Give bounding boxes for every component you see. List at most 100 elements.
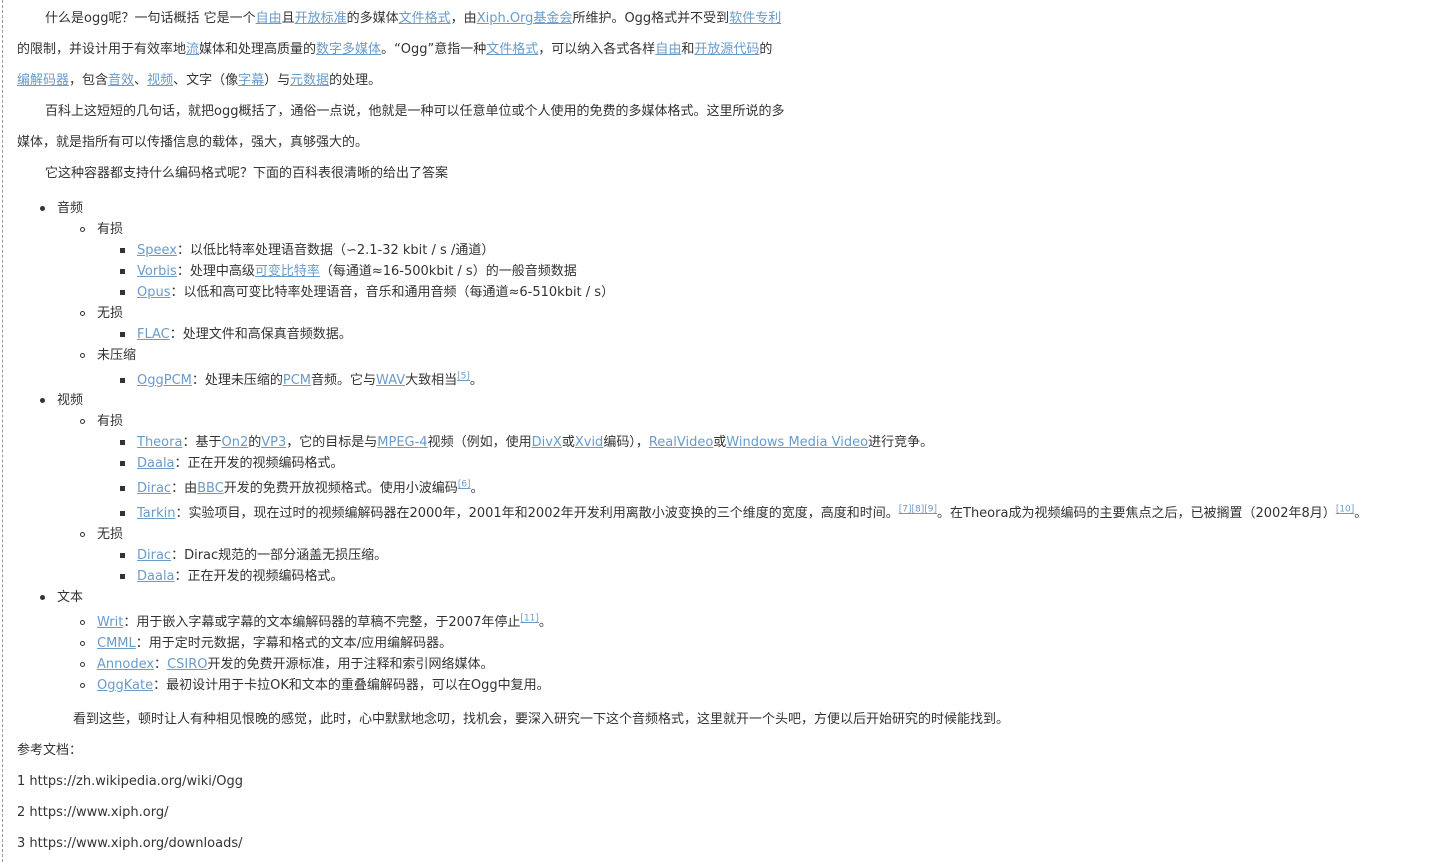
link-subtitle[interactable]: 字幕	[238, 73, 264, 88]
text: 媒体和处理高质量的	[199, 42, 317, 57]
list-item-annodex: Annodex：CSIRO开发的免费开源标准，用于注释和索引网络媒体。	[97, 656, 494, 674]
link-ref-10[interactable]: [10]	[1336, 505, 1354, 515]
list-item-dirac-lossless: Dirac：Dirac规范的一部分涵盖无损压缩。	[137, 547, 387, 565]
reference-7-8-9: [7][8][9]	[899, 505, 937, 515]
link-opus[interactable]: Opus	[137, 285, 171, 300]
link-free-2[interactable]: 自由	[655, 42, 681, 57]
link-open-standard[interactable]: 开放标准	[295, 11, 347, 26]
link-ref-5[interactable]: [5]	[457, 372, 470, 382]
link-realvideo[interactable]: RealVideo	[649, 435, 713, 450]
link-dirac-2[interactable]: Dirac	[137, 548, 171, 563]
link-software-patent[interactable]: 软件专利	[729, 11, 781, 26]
link-bbc[interactable]: BBC	[197, 481, 224, 496]
text: 和	[681, 42, 695, 57]
text: ：用于定时元数据，字幕和格式的文本/应用编解码器。	[135, 636, 453, 651]
bullet-disc	[40, 595, 45, 600]
link-file-format[interactable]: 文件格式	[399, 11, 451, 26]
reference-1: 1 https://zh.wikipedia.org/wiki/Ogg	[17, 774, 243, 789]
link-speex[interactable]: Speex	[137, 243, 177, 258]
link-oggkate[interactable]: OggKate	[97, 678, 153, 693]
text: 所维护。Ogg格式并不受到	[572, 11, 730, 26]
link-video[interactable]: 视频	[147, 73, 173, 88]
intro-line-6: 它这种容器都支持什么编码格式呢？下面的百科表很清晰的给出了答案	[45, 166, 449, 181]
link-annodex[interactable]: Annodex	[97, 657, 154, 672]
link-xiph-foundation[interactable]: Xiph.Org基金会	[477, 11, 573, 26]
text: 。	[1354, 506, 1368, 521]
link-metadata[interactable]: 元数据	[290, 73, 329, 88]
text: 的	[759, 42, 773, 57]
list-item-audio: 音频	[57, 201, 84, 216]
text: 、文字（像	[173, 73, 239, 88]
link-audio[interactable]: 音效	[108, 73, 134, 88]
text: 开发的免费开源标准，用于注释和索引网络媒体。	[207, 657, 494, 672]
bullet-square	[120, 574, 125, 579]
link-csiro[interactable]: CSIRO	[167, 657, 207, 672]
link-pcm[interactable]: PCM	[283, 373, 311, 388]
text: ：Dirac规范的一部分涵盖无损压缩。	[171, 548, 388, 563]
link-vp3[interactable]: VP3	[261, 435, 286, 450]
text: ：用于嵌入字幕或字幕的文本编解码器的草稿不完整，于2007年停止	[123, 615, 521, 630]
text: 的	[248, 435, 262, 450]
link-writ[interactable]: Writ	[97, 615, 123, 630]
list-item-oggpcm: OggPCM：处理未压缩的PCM音频。它与WAV大致相当[5]。	[137, 372, 483, 390]
link-mpeg4[interactable]: MPEG-4	[377, 435, 427, 450]
link-ref-8[interactable]: [8]	[912, 505, 925, 515]
text: 或	[561, 435, 575, 450]
text: （每通道≈16-500kbit / s）的一般音频数据	[319, 264, 577, 279]
bullet-circle	[80, 227, 85, 232]
bullet-square	[120, 269, 125, 274]
link-open-source[interactable]: 开放源代码	[694, 42, 759, 57]
link-on2[interactable]: On2	[221, 435, 248, 450]
text: ：正在开发的视频编码格式。	[174, 456, 344, 471]
link-tarkin[interactable]: Tarkin	[137, 506, 175, 521]
text: ：处理未压缩的	[191, 373, 283, 388]
text: 编码），	[603, 435, 649, 450]
text: ，可以纳入各式各样	[538, 42, 656, 57]
text: ：正在开发的视频编码格式。	[174, 569, 344, 584]
references-title: 参考文档：	[17, 743, 83, 758]
list-item-dirac: Dirac：由BBC开发的免费开放视频格式。使用小波编码[6]。	[137, 480, 484, 498]
link-free[interactable]: 自由	[256, 11, 282, 26]
bullet-disc	[40, 206, 45, 211]
link-wav[interactable]: WAV	[376, 373, 405, 388]
text: ：最初设计用于卡拉OK和文本的重叠编解码器，可以在Ogg中复用。	[153, 678, 550, 693]
link-codec[interactable]: 编解码器	[17, 73, 69, 88]
link-daala[interactable]: Daala	[137, 456, 175, 471]
link-file-format-2[interactable]: 文件格式	[486, 42, 538, 57]
intro-line-5: 媒体，就是指所有可以传播信息的载体，强大，真够强大的。	[17, 135, 369, 150]
link-dirac[interactable]: Dirac	[137, 481, 171, 496]
text: 的多媒体	[346, 11, 399, 26]
text: ：处理文件和高保真音频数据。	[169, 327, 352, 342]
bullet-circle	[80, 683, 85, 688]
link-ref-6[interactable]: [6]	[458, 480, 471, 490]
link-vorbis[interactable]: Vorbis	[137, 264, 177, 279]
list-item-daala: Daala：正在开发的视频编码格式。	[137, 455, 344, 473]
list-item-writ: Writ：用于嵌入字幕或字幕的文本编解码器的草稿不完整，于2007年停止[11]…	[97, 614, 552, 632]
link-digital-multimedia[interactable]: 数字多媒体	[316, 42, 381, 57]
link-daala-2[interactable]: Daala	[137, 569, 175, 584]
link-ref-11[interactable]: [11]	[520, 614, 538, 624]
link-xvid[interactable]: Xvid	[575, 435, 603, 450]
list-item-audio-lossless: 无损	[97, 306, 124, 321]
link-divx[interactable]: DivX	[532, 435, 562, 450]
bullet-square	[120, 553, 125, 558]
link-ref-9[interactable]: [9]	[924, 505, 937, 515]
bullet-square	[120, 290, 125, 295]
left-dashed-border	[2, 0, 3, 862]
link-flac[interactable]: FLAC	[137, 327, 170, 342]
text: 。在Theora成为视频编码的主要焦点之后，已被搁置（2002年8月）	[937, 506, 1336, 521]
link-cmml[interactable]: CMML	[97, 636, 136, 651]
reference-6: [6]	[458, 480, 471, 490]
link-theora[interactable]: Theora	[137, 435, 182, 450]
list-item-video-lossy: 有损	[97, 414, 124, 429]
text: 。	[469, 373, 483, 388]
link-streaming[interactable]: 流	[186, 42, 199, 57]
link-vbr[interactable]: 可变比特率	[255, 264, 320, 279]
link-oggpcm[interactable]: OggPCM	[137, 373, 192, 388]
intro-line-4: 百科上这短短的几句话，就把ogg概括了，通俗一点说，他就是一种可以任意单位或个人…	[45, 104, 785, 119]
link-windows-media-video[interactable]: Windows Media Video	[726, 435, 868, 450]
reference-3: 3 https://www.xiph.org/downloads/	[17, 836, 243, 851]
bullet-square	[120, 332, 125, 337]
list-item-vorbis: Vorbis：处理中高级可变比特率（每通道≈16-500kbit / s）的一般…	[137, 263, 577, 281]
link-ref-7[interactable]: [7]	[899, 505, 912, 515]
